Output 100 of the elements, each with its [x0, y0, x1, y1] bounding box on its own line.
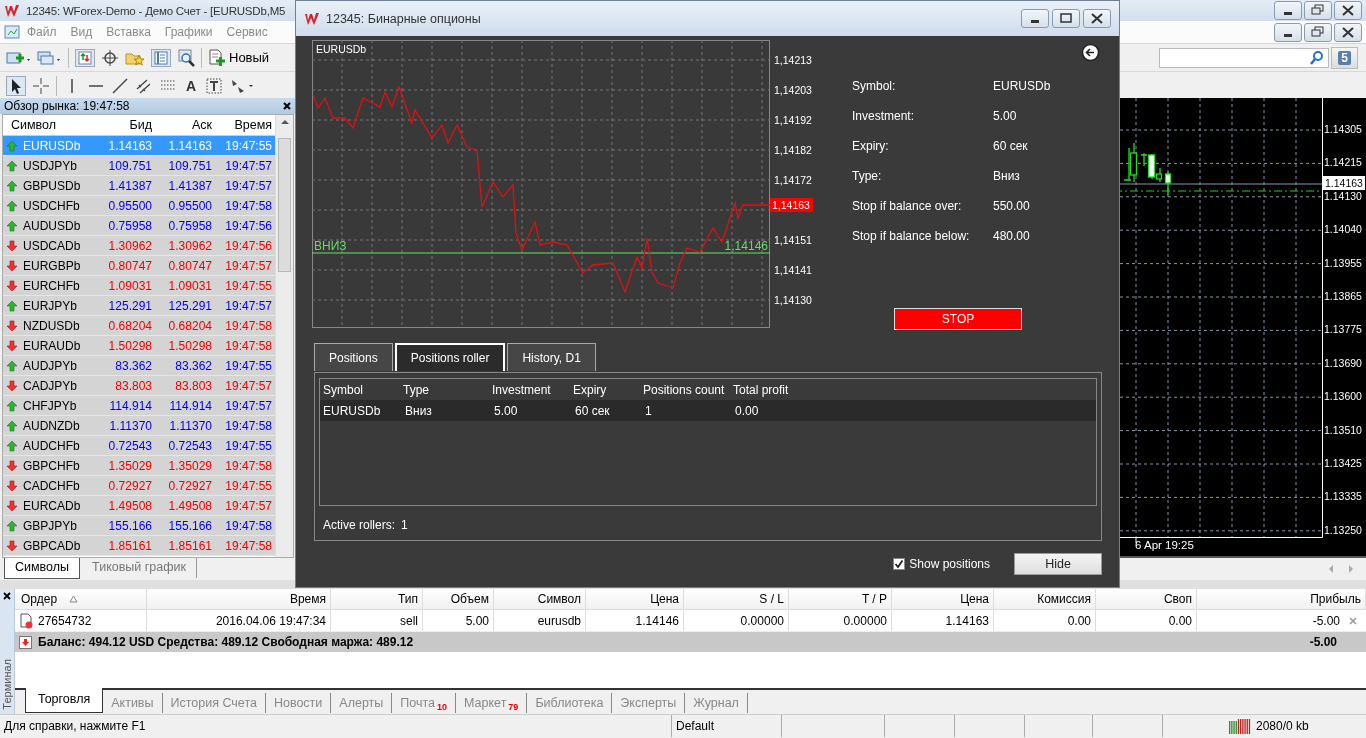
column-header[interactable]: Цена: [650, 592, 679, 606]
market-row[interactable]: AUDUSDb 0.75958 0.75958 19:47:56: [3, 216, 276, 236]
search-field[interactable]: [1159, 47, 1329, 68]
tab[interactable]: History, D1: [507, 343, 596, 371]
market-row[interactable]: EURCHFb 1.09031 1.09031 19:47:55: [3, 276, 276, 296]
restore-button[interactable]: [1304, 1, 1332, 20]
minimize-button[interactable]: [1274, 1, 1302, 20]
column-header[interactable]: Символ: [537, 592, 581, 606]
sort-icon[interactable]: [69, 594, 79, 604]
market-row[interactable]: EURGBPb 0.80747 0.80747 19:47:57: [3, 256, 276, 276]
menu-item[interactable]: Графики: [157, 23, 220, 41]
close-icon[interactable]: [3, 592, 11, 600]
market-row[interactable]: EURJPYb 125.291 125.291 19:47:57: [3, 296, 276, 316]
tab[interactable]: Маркет $_{79}$: [456, 693, 528, 713]
profile-name: Default: [672, 715, 782, 737]
stop-button[interactable]: STOP: [894, 308, 1022, 330]
child-minimize-button[interactable]: [1274, 22, 1302, 42]
column-header[interactable]: Своп: [1163, 592, 1192, 606]
market-row[interactable]: AUDJPYb 83.362 83.362 19:47:55: [3, 356, 276, 376]
bid-cell-text: 0.72543: [107, 438, 153, 453]
column-header[interactable]: Комиссия: [1037, 592, 1091, 606]
hide-button[interactable]: Hide: [1014, 552, 1102, 575]
tab[interactable]: Positions: [314, 343, 393, 371]
close-icon[interactable]: [282, 101, 292, 111]
tab[interactable]: Positions roller: [394, 343, 506, 371]
market-row[interactable]: GBPCADb 1.85161 1.85161 19:47:58: [3, 536, 276, 556]
column-header[interactable]: Символ: [3, 118, 95, 132]
column-header[interactable]: Type: [400, 382, 489, 397]
chat-button[interactable]: 5: [1331, 46, 1358, 69]
column-header[interactable]: Positions count: [640, 382, 730, 397]
column-header[interactable]: Время: [289, 592, 326, 606]
tab[interactable]: Торговля: [25, 688, 104, 713]
column-header[interactable]: Объем: [450, 592, 489, 606]
ask-cell-text: 1.09031: [167, 278, 213, 293]
checkbox-label[interactable]: Show positions: [909, 556, 990, 571]
column-header[interactable]: Investment: [489, 382, 570, 397]
close-button[interactable]: [1083, 9, 1111, 28]
market-row[interactable]: EURCADb 1.49508 1.49508 19:47:57: [3, 496, 276, 516]
column-header[interactable]: Время: [215, 118, 275, 132]
profiles-icon[interactable]: [37, 49, 62, 66]
column-header[interactable]: Тип: [398, 592, 418, 606]
tab[interactable]: Почта $_{10}$: [392, 693, 457, 713]
column-header[interactable]: Expiry: [570, 382, 640, 397]
cursor-icon[interactable]: [6, 75, 26, 96]
magnifier-icon[interactable]: [177, 48, 195, 67]
symbol-cell-text: AUDUSDb: [22, 218, 82, 233]
menu-app-icon[interactable]: [4, 24, 20, 40]
crosshair-icon[interactable]: [101, 48, 119, 67]
tab[interactable]: Символы: [4, 558, 81, 579]
scrollbar[interactable]: [275, 115, 293, 557]
text-tool[interactable]: A: [183, 77, 200, 94]
market-row[interactable]: USDJPYb 109.751 109.751 19:47:57: [3, 156, 276, 176]
column-header[interactable]: Прибыль: [1310, 592, 1361, 606]
market-row[interactable]: CADCHFb 0.72927 0.72927 19:47:55: [3, 476, 276, 496]
navigator-icon[interactable]: [151, 48, 171, 67]
down-arrow-icon: [19, 635, 32, 649]
new-chart-icon[interactable]: [6, 49, 31, 66]
market-row[interactable]: USDCHFb 0.95500 0.95500 19:47:58: [3, 196, 276, 216]
axis-label: 1,14182: [774, 144, 812, 156]
text-label-icon[interactable]: [205, 76, 224, 95]
column-header[interactable]: Бид: [95, 118, 155, 132]
ask-cell-text: 1.41387: [167, 178, 213, 193]
table-row[interactable]: EURUSDb Вниз 5.00 60 сек 1 0.00: [320, 400, 1096, 421]
market-watch-icon[interactable]: [75, 48, 95, 67]
scrollbar-thumb[interactable]: [278, 138, 292, 272]
child-close-button[interactable]: [1334, 22, 1362, 42]
column-header[interactable]: Symbol: [320, 382, 400, 397]
column-header[interactable]: Цена: [960, 592, 989, 606]
column-header[interactable]: Аск: [155, 118, 215, 132]
market-row[interactable]: GBPUSDb 1.41387 1.41387 19:47:57: [3, 176, 276, 196]
symbol-cell-text: AUDNZDb: [22, 418, 81, 433]
back-icon[interactable]: [1079, 41, 1102, 64]
new-order-button[interactable]: Новый: [208, 48, 270, 67]
column-header[interactable]: Total profit: [730, 382, 1096, 397]
market-row[interactable]: USDCADb 1.30962 1.30962 19:47:56: [3, 236, 276, 256]
field-label: Stop if balance below:: [852, 229, 971, 243]
menu-item[interactable]: Сервис: [219, 23, 275, 41]
search-icon[interactable]: [1309, 49, 1324, 66]
close-button[interactable]: [1334, 1, 1362, 20]
maximize-button[interactable]: [1052, 9, 1080, 28]
tab[interactable]: Тиковый график: [82, 558, 197, 578]
column-header[interactable]: S / L: [759, 592, 784, 606]
field-value: EURUSDb: [993, 79, 1052, 93]
market-row[interactable]: GBPJPYb 155.166 155.166 19:47:58: [3, 516, 276, 536]
trend-line-icon[interactable]: [111, 76, 129, 95]
minimize-button[interactable]: [1021, 9, 1049, 28]
market-row[interactable]: GBPCHFb 1.35029 1.35029 19:47:58: [3, 456, 276, 476]
market-row[interactable]: AUDCHFb 0.72543 0.72543 19:47:55: [3, 436, 276, 456]
market-row[interactable]: NZDUSDb 0.68204 0.68204 19:47:58: [3, 316, 276, 336]
table-cell-text: EURUSDb: [322, 403, 382, 418]
symbol-cell-text: EURCADb: [22, 498, 82, 513]
close-order-icon[interactable]: [1348, 615, 1358, 626]
checkbox[interactable]: [893, 557, 906, 570]
column-header[interactable]: T / P: [861, 592, 887, 606]
market-row[interactable]: CADJPYb 83.803 83.803 19:47:57: [3, 376, 276, 396]
time-cell-text: 19:47:55: [224, 438, 273, 453]
market-row[interactable]: EURAUDb 1.50298 1.50298 19:47:58: [3, 336, 276, 356]
column-header[interactable]: Ордер: [21, 592, 58, 606]
market-row[interactable]: CHFJPYb 114.914 114.914 19:47:57: [3, 396, 276, 416]
market-row[interactable]: AUDNZDb 1.11370 1.11370 19:47:58: [3, 416, 276, 436]
